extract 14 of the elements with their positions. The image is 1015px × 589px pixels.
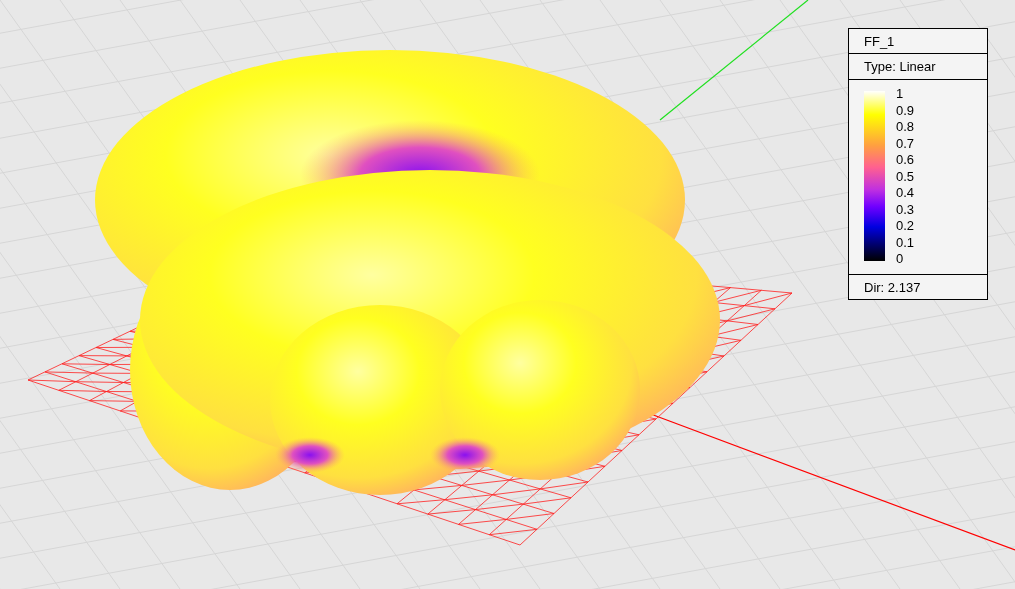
directivity-value: Dir: 2.137 bbox=[864, 280, 921, 294]
scale-tick-label: 0.9 bbox=[896, 103, 915, 117]
scale-tick-label: 0.5 bbox=[896, 169, 915, 183]
scale-tick-label: 0.1 bbox=[896, 235, 915, 249]
scale-tick-label: 0.6 bbox=[896, 153, 915, 166]
legend-type: Type: Linear bbox=[864, 60, 936, 73]
scale-tick-label: 0.3 bbox=[896, 202, 915, 216]
scale-tick-label: 0.7 bbox=[896, 136, 915, 150]
scale-tick-label: 1 bbox=[896, 87, 905, 100]
scale-tick-label: 0.2 bbox=[896, 219, 915, 232]
scale-tick-label: 0.8 bbox=[896, 120, 915, 133]
legend-title: FF_1 bbox=[864, 34, 895, 48]
scale-tick-label: 0.4 bbox=[896, 186, 915, 199]
scale-tick-label: 0 bbox=[896, 252, 905, 265]
